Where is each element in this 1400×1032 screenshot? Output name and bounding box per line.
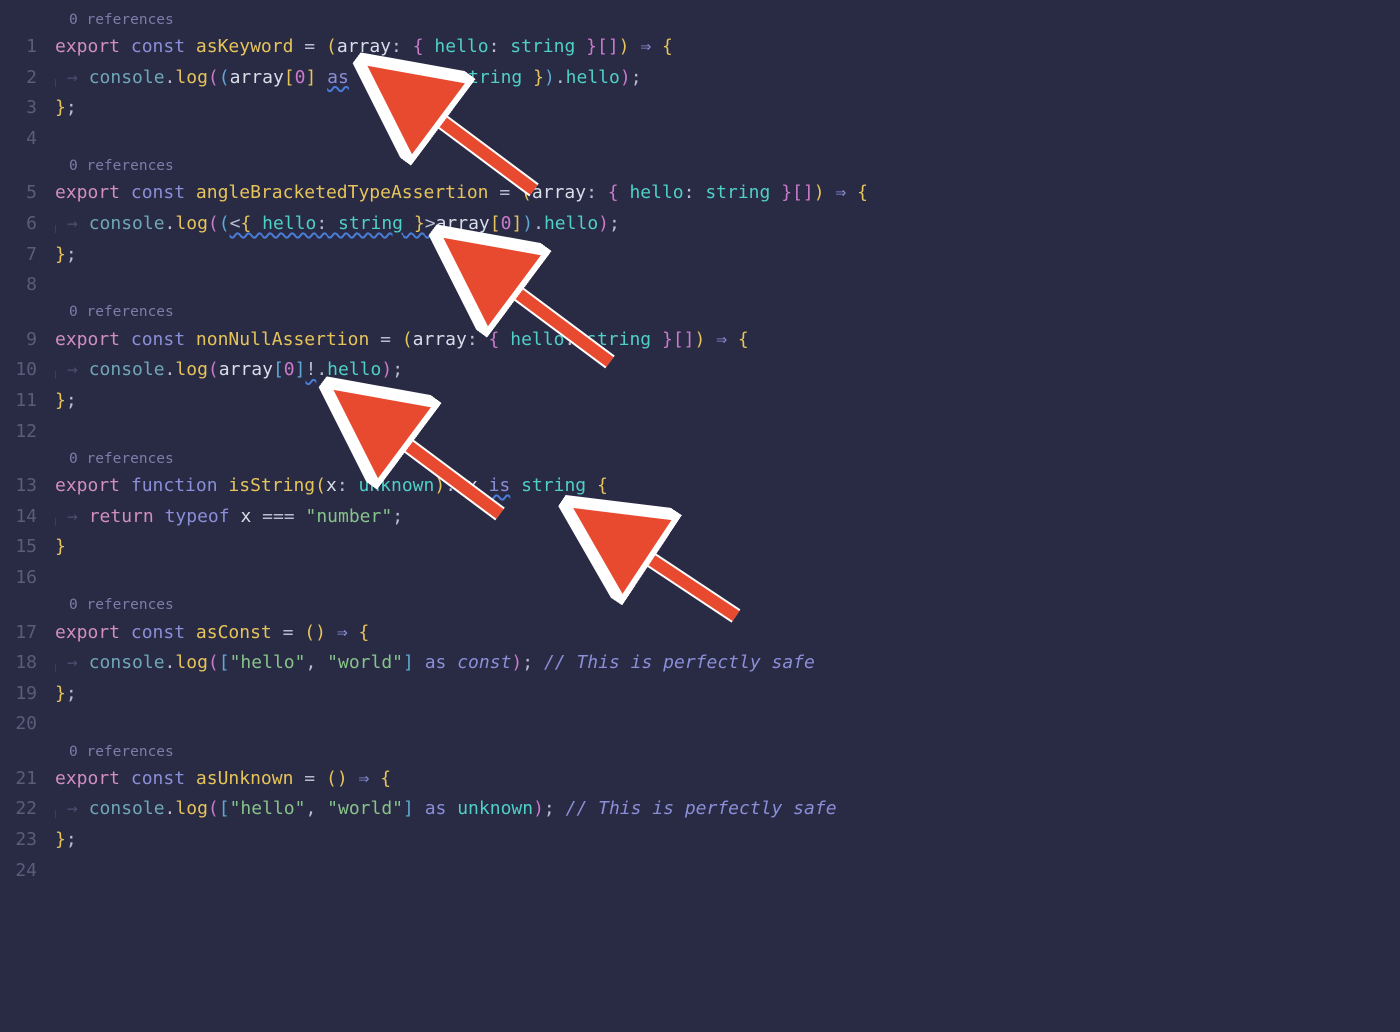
code-line[interactable]: → return typeof x === "number"; <box>55 502 1400 533</box>
line-number: 8 <box>0 270 37 301</box>
line-number: 10 <box>0 355 37 386</box>
code-line[interactable]: → console.log(array[0]!.hello); <box>55 355 1400 386</box>
line-number: 14 <box>0 502 37 533</box>
line-number: 22 <box>0 794 37 825</box>
code-line[interactable]: }; <box>55 386 1400 417</box>
code-line[interactable]: } <box>55 532 1400 563</box>
line-number: 16 <box>0 563 37 594</box>
code-line[interactable]: }; <box>55 825 1400 856</box>
line-number: 4 <box>0 124 37 155</box>
line-number: 20 <box>0 709 37 740</box>
code-line[interactable] <box>55 417 1400 448</box>
line-number: 1 <box>0 32 37 63</box>
line-number: 21 <box>0 764 37 795</box>
code-line[interactable]: export const nonNullAssertion = (array: … <box>55 325 1400 356</box>
code-line[interactable]: export function isString(x: unknown): x … <box>55 471 1400 502</box>
code-line[interactable]: export const asUnknown = () ⇒ { <box>55 764 1400 795</box>
code-line[interactable]: → console.log(["hello", "world"] as cons… <box>55 648 1400 679</box>
code-line[interactable]: → console.log((array[0] as { hello: stri… <box>55 63 1400 94</box>
line-number: 5 <box>0 178 37 209</box>
codelens-references[interactable]: 0 references <box>55 740 1400 764</box>
code-content[interactable]: 0 references export const asKeyword = (a… <box>55 8 1400 886</box>
line-number: 17 <box>0 618 37 649</box>
line-number: 12 <box>0 417 37 448</box>
line-number: 7 <box>0 240 37 271</box>
code-editor[interactable]: 1 2 3 4 5 6 7 8 9 10 11 12 13 14 15 16 1… <box>0 0 1400 886</box>
code-line[interactable] <box>55 563 1400 594</box>
line-number: 13 <box>0 471 37 502</box>
line-number: 2 <box>0 63 37 94</box>
line-number: 9 <box>0 325 37 356</box>
code-line[interactable]: → console.log(["hello", "world"] as unkn… <box>55 794 1400 825</box>
line-number: 6 <box>0 209 37 240</box>
code-line[interactable]: export const angleBracketedTypeAssertion… <box>55 178 1400 209</box>
codelens-references[interactable]: 0 references <box>55 8 1400 32</box>
codelens-references[interactable]: 0 references <box>55 594 1400 618</box>
line-number-gutter: 1 2 3 4 5 6 7 8 9 10 11 12 13 14 15 16 1… <box>0 8 55 886</box>
line-number: 23 <box>0 825 37 856</box>
code-line[interactable]: → console.log((<{ hello: string }>array[… <box>55 209 1400 240</box>
codelens-references[interactable]: 0 references <box>55 301 1400 325</box>
line-number: 3 <box>0 93 37 124</box>
line-number: 15 <box>0 532 37 563</box>
code-line[interactable] <box>55 709 1400 740</box>
codelens-references[interactable]: 0 references <box>55 447 1400 471</box>
codelens-references[interactable]: 0 references <box>55 154 1400 178</box>
code-line[interactable]: export const asConst = () ⇒ { <box>55 618 1400 649</box>
line-number: 19 <box>0 679 37 710</box>
line-number: 11 <box>0 386 37 417</box>
code-line[interactable] <box>55 124 1400 155</box>
code-line[interactable] <box>55 270 1400 301</box>
code-line[interactable]: }; <box>55 93 1400 124</box>
line-number: 18 <box>0 648 37 679</box>
code-line[interactable]: export const asKeyword = (array: { hello… <box>55 32 1400 63</box>
code-line[interactable] <box>55 856 1400 887</box>
code-line[interactable]: }; <box>55 679 1400 710</box>
code-line[interactable]: }; <box>55 240 1400 271</box>
line-number: 24 <box>0 856 37 887</box>
